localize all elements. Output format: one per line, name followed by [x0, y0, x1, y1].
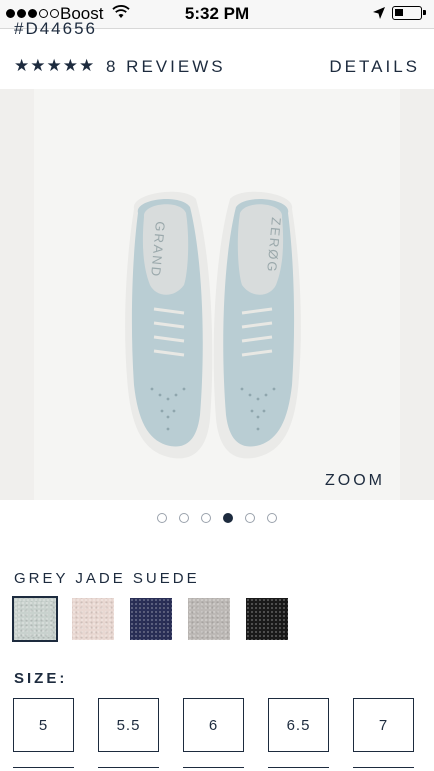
swatch-grey-jade[interactable] — [12, 596, 58, 642]
selected-color-name: GREY JADE SUEDE — [14, 570, 200, 587]
pagination-dot-active[interactable] — [223, 513, 233, 523]
pagination-dot[interactable] — [201, 513, 211, 523]
product-gallery[interactable]: GRAND ZERØG ZOOM — [0, 89, 434, 500]
zoom-button[interactable]: ZOOM — [325, 472, 385, 490]
product-image[interactable]: GRAND ZERØG — [34, 89, 400, 500]
size-label: SIZE: — [14, 670, 68, 687]
size-option[interactable]: 5 — [13, 698, 74, 752]
size-options-next-row — [13, 767, 434, 771]
size-option[interactable]: 6.5 — [268, 698, 329, 752]
reviews-link[interactable]: 8 REVIEWS — [106, 57, 226, 77]
battery-icon — [392, 6, 426, 20]
gallery-pagination — [0, 513, 434, 523]
pagination-dot[interactable] — [179, 513, 189, 523]
right-shoe: ZERØG — [213, 191, 301, 459]
product-sku: #D44656 — [14, 19, 98, 38]
star-rating-icon: ★★★★★ — [14, 56, 96, 75]
pagination-dot[interactable] — [157, 513, 167, 523]
pagination-dot[interactable] — [245, 513, 255, 523]
shoe-pair-image: GRAND ZERØG — [125, 191, 301, 459]
size-option[interactable]: 5.5 — [98, 698, 159, 752]
swatch-black[interactable] — [246, 598, 288, 640]
pagination-dot[interactable] — [267, 513, 277, 523]
color-swatches — [12, 596, 304, 642]
size-option[interactable]: 7 — [353, 698, 414, 752]
details-link[interactable]: DETAILS — [329, 57, 420, 77]
rating-row: ★★★★★ 8 REVIEWS DETAILS — [14, 56, 420, 80]
size-option[interactable]: 6 — [183, 698, 244, 752]
location-arrow-icon — [373, 7, 385, 19]
swatch-grey[interactable] — [188, 598, 230, 640]
left-shoe: GRAND — [125, 191, 213, 459]
size-options: 5 5.5 6 6.5 7 — [13, 698, 434, 752]
swatch-navy[interactable] — [130, 598, 172, 640]
swatch-blush[interactable] — [72, 598, 114, 640]
